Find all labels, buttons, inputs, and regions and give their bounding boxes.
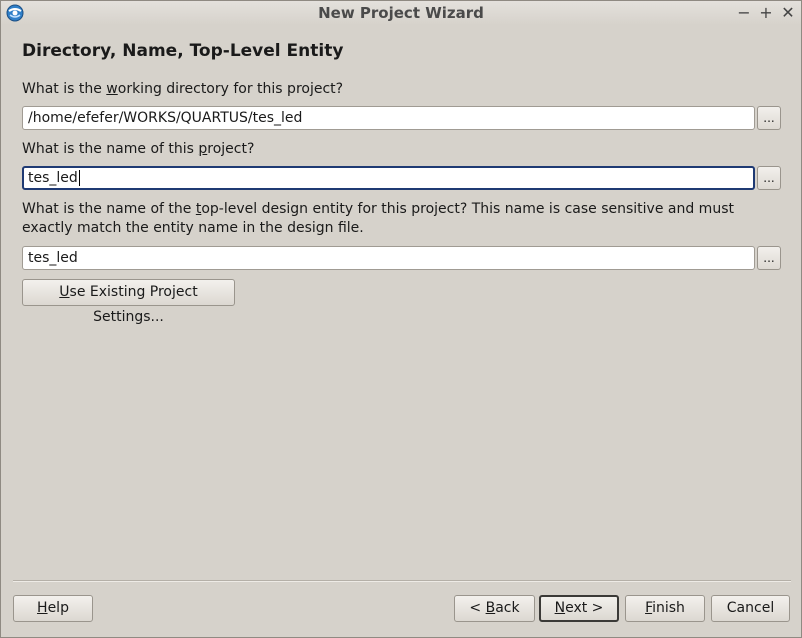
top-level-entity-input[interactable]: tes_led xyxy=(22,246,755,270)
project-name-browse-button[interactable]: ... xyxy=(757,166,781,190)
new-project-wizard-window: New Project Wizard − + ✕ Directory, Name… xyxy=(0,0,802,638)
back-button[interactable]: < Back xyxy=(454,595,535,622)
window-title: New Project Wizard xyxy=(318,4,484,22)
project-name-input[interactable]: tes_led xyxy=(22,166,755,190)
cancel-button[interactable]: Cancel xyxy=(711,595,790,622)
page-title: Directory, Name, Top-Level Entity xyxy=(22,41,344,61)
title-bar[interactable]: New Project Wizard − + ✕ xyxy=(1,1,801,25)
working-directory-browse-button[interactable]: ... xyxy=(757,106,781,130)
close-icon[interactable]: ✕ xyxy=(778,3,798,23)
footer-separator xyxy=(13,580,791,582)
finish-button[interactable]: Finish xyxy=(625,595,705,622)
text-caret xyxy=(78,170,80,186)
minimize-icon[interactable]: − xyxy=(734,3,754,23)
help-button[interactable]: Help xyxy=(13,595,93,622)
maximize-icon[interactable]: + xyxy=(756,3,776,23)
project-name-label: What is the name of this project? xyxy=(22,141,255,157)
top-level-entity-label: What is the name of the top-level design… xyxy=(22,201,734,236)
working-directory-label: What is the working directory for this p… xyxy=(22,81,344,97)
top-level-entity-browse-button[interactable]: ... xyxy=(757,246,781,270)
working-directory-input[interactable]: /home/efefer/WORKS/QUARTUS/tes_led xyxy=(22,106,755,130)
use-existing-settings-button[interactable]: Use Existing Project Settings... xyxy=(22,279,235,325)
next-button[interactable]: Next > xyxy=(539,595,619,622)
